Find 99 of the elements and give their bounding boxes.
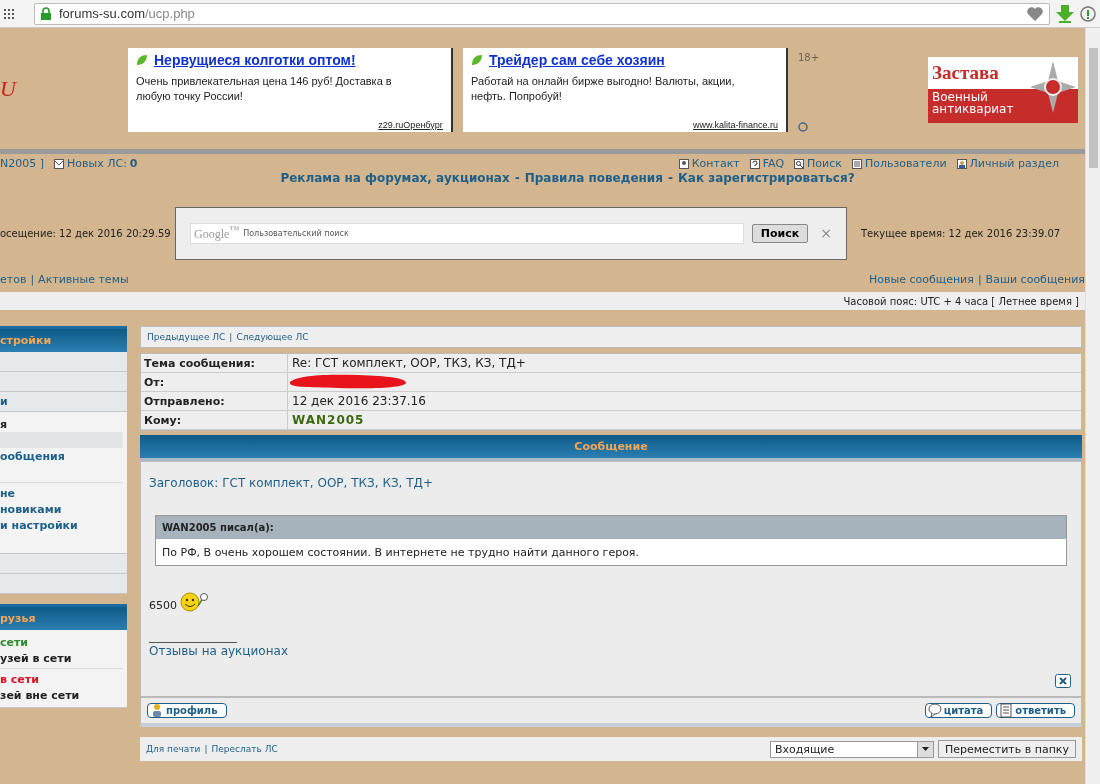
ad-title-link[interactable]: Трейдер сам себе хозяин — [489, 52, 665, 68]
timezone-text: Часовой пояс: UTC + 4 часа [ Летнее время ] — [843, 295, 1079, 307]
ad-text: Работай на онлайн бирже выгодно! Валюты, акции, нефть. Попробуй! — [471, 74, 736, 104]
banner-subtitle: Военный антиквариат — [931, 89, 1015, 117]
close-icon — [1055, 674, 1071, 688]
menu-item[interactable]: новиками — [0, 501, 123, 517]
ad-source-link[interactable]: www.kalita-finance.ru — [692, 120, 778, 130]
age-label: 18+ — [798, 52, 821, 63]
person-icon — [956, 158, 967, 169]
previous-message-link[interactable]: Предыдущее ЛС — [147, 332, 226, 342]
quote-author: WAN2005 писал(а): — [156, 516, 1066, 539]
menu-heading: узей в сети — [0, 650, 73, 666]
search-icon — [794, 158, 805, 169]
nav-link[interactable]: Поиск — [794, 157, 842, 170]
separator-text: | — [204, 744, 208, 754]
message-header: Сообщение — [140, 435, 1082, 461]
search-field[interactable]: Google$^{™}$ Пользовательский поиск — [190, 222, 744, 244]
forum-link[interactable]: Активные темы — [38, 273, 129, 286]
placeholder-text: Пользовательский поиск — [243, 228, 349, 238]
person-icon — [150, 703, 164, 718]
username-text: N2005 ] — [0, 157, 44, 170]
close-button[interactable]: × — [820, 225, 832, 241]
search-button[interactable]: Поиск — [751, 223, 809, 243]
speech-bubble-icon — [927, 703, 942, 718]
caret-icon — [921, 747, 929, 751]
field-label: Кому: — [141, 411, 288, 429]
last-visit-text: осещение: 12 дек 2016 20:29.59 — [0, 227, 172, 239]
url-host: forums-su.com — [59, 6, 145, 21]
forum-link[interactable]: Новые сообщения — [869, 273, 974, 286]
menu-heading: я — [0, 416, 9, 432]
nav-link[interactable]: Пользователи — [851, 157, 947, 170]
banner-ad[interactable]: Застава Военный антиквариат — [928, 57, 1078, 123]
headline-link[interactable]: Правила поведения — [524, 171, 663, 185]
nav-link[interactable]: Личный раздел — [956, 157, 1059, 170]
menu-heading: зей вне сети — [0, 687, 81, 703]
headline-link[interactable]: Как зарегистрироваться? — [678, 171, 855, 185]
footer-link[interactable]: Для печати — [146, 744, 201, 754]
folder-dropdown[interactable]: Входящие — [769, 740, 934, 758]
new-messages-link[interactable]: Новых ЛС: 0 — [54, 157, 138, 170]
menu-item[interactable]: и настройки — [0, 517, 123, 533]
smiley-icon — [180, 592, 208, 612]
ad-title-link[interactable]: Нервущиеся колготки оптом! — [154, 52, 356, 68]
ad-source-link[interactable]: z29.ruОренбург — [378, 120, 443, 130]
status-text: в сети — [0, 671, 40, 687]
field-label: Тема сообщения: — [141, 354, 288, 372]
envelope-icon — [54, 158, 64, 169]
move-to-folder-button[interactable]: Переместить в папку — [937, 740, 1076, 758]
status-text: сети — [0, 634, 30, 650]
medal-icon — [1030, 61, 1076, 113]
help-icon — [749, 158, 760, 169]
download-arrow-icon — [1056, 4, 1074, 23]
username-link[interactable]: WAN2005 — [292, 413, 365, 427]
contact-card-icon — [678, 158, 689, 169]
menu-item[interactable]: ообщения — [0, 448, 123, 464]
leaf-icon — [136, 54, 148, 66]
forum-link[interactable]: етов — [0, 273, 27, 286]
current-time-text: Текущее время: 12 дек 2016 23:39.07 — [861, 227, 1061, 239]
forum-link[interactable]: Ваши сообщения — [985, 273, 1085, 286]
footer-link[interactable]: Переслать ЛС — [211, 744, 278, 754]
separator-text: | — [229, 332, 233, 342]
apps-grid-icon — [4, 8, 14, 19]
leaf-icon — [471, 54, 483, 66]
document-icon — [999, 703, 1014, 718]
headline-link[interactable]: Реклама на форумах, аукционах — [280, 171, 510, 185]
ad-card[interactable]: Трейдер сам себе хозяин Работай на онлайн бирже выгодно! Валюты, акции, нефть. Попробуй! www.kalita-finance.ru — [463, 48, 788, 132]
field-label: Отправлено: — [141, 392, 288, 410]
url-path: /ucp.php — [144, 6, 195, 21]
quote-button[interactable]: цитата — [924, 703, 993, 718]
reply-button[interactable]: ответить — [996, 703, 1075, 718]
heart-icon — [1027, 6, 1043, 21]
nav-link[interactable]: Контакт — [678, 157, 740, 170]
ad-text: Очень привлекательная цена 146 руб! Доставка в любую точку России! — [136, 74, 393, 104]
panel-header: рузья — [0, 604, 127, 630]
google-brand-text: Google$^{™}$ — [194, 224, 240, 242]
separator-text: | — [977, 273, 982, 286]
field-value: Re: ГСТ комплект, ООР, ТКЗ, КЗ, ТД+ — [292, 356, 526, 370]
nav-link[interactable]: FAQ — [749, 157, 785, 170]
feedback-link[interactable]: Отзывы на аукционах — [149, 644, 1073, 658]
logo-text: U — [0, 76, 18, 102]
price-text: 6500 — [149, 599, 177, 612]
field-label: От: — [141, 373, 288, 391]
menu-item[interactable]: не — [0, 485, 123, 501]
ad-card[interactable]: Нервущиеся колготки оптом! Очень привлекательная цена 146 руб! Доставка в любую точку России! z29.ruОренбург — [128, 48, 453, 132]
separator-text: - — [514, 171, 520, 185]
quote-text: По РФ, В очень хорошем состоянии. В интернете не трудно найти данного героя. — [156, 539, 1066, 565]
signature-rule-text: ________________ — [149, 630, 238, 644]
panel-header: стройки — [0, 326, 127, 352]
ad-info-icon — [798, 122, 808, 132]
separator-text: | — [30, 273, 35, 286]
banner-title: Застава — [928, 57, 1078, 89]
lock-icon — [41, 7, 51, 20]
separator-text: - — [668, 171, 673, 185]
address-bar[interactable]: forums-su.com/ucp.php — [34, 2, 1050, 25]
field-value: 12 дек 2016 23:37.16 — [292, 394, 426, 408]
next-message-link[interactable]: Следующее ЛС — [236, 332, 309, 342]
scrollbar[interactable] — [1085, 28, 1100, 784]
info-icon — [1080, 5, 1096, 22]
profile-button[interactable]: профиль — [147, 703, 227, 718]
subject-text: Заголовок: ГСТ комплект, ООР, ТКЗ, КЗ, ТД+ — [149, 476, 434, 490]
